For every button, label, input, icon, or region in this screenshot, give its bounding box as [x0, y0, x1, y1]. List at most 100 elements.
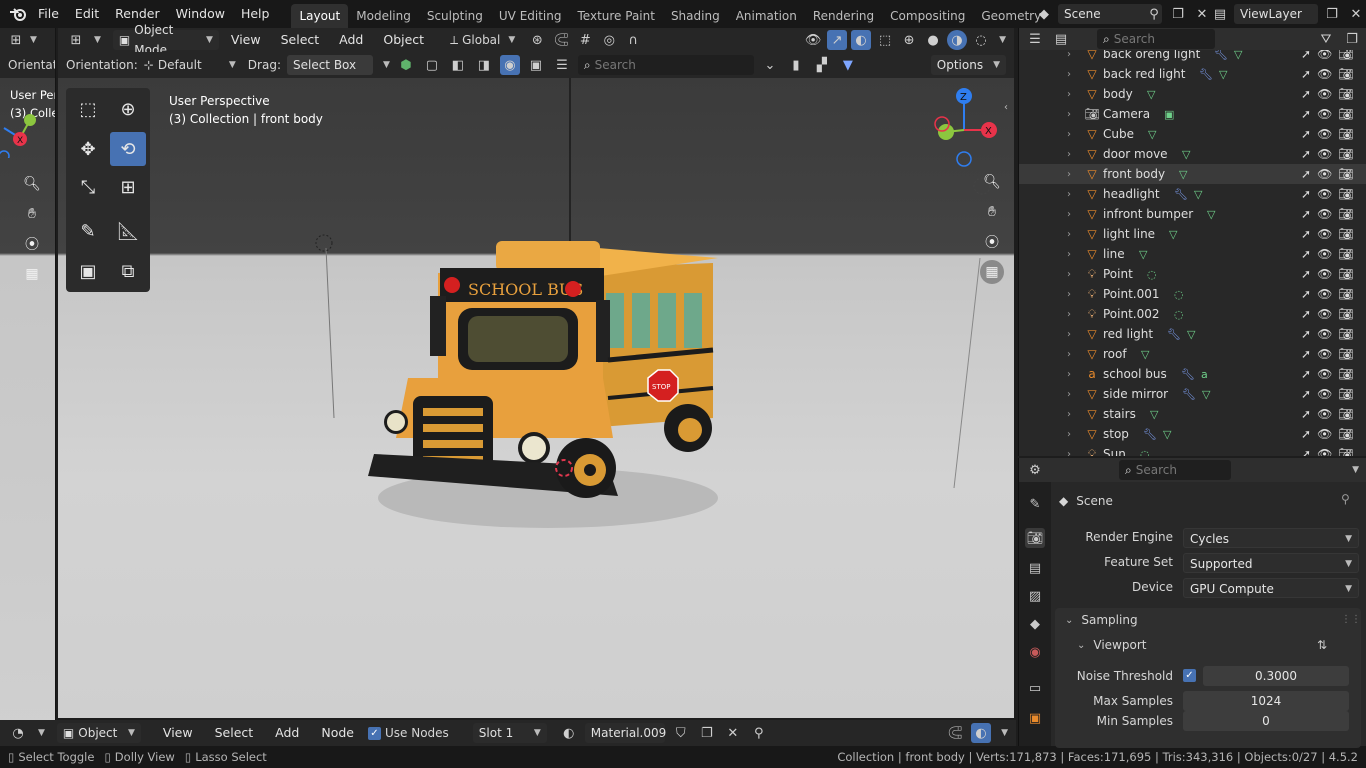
bookmark-icon[interactable]: ▮ — [786, 55, 806, 75]
tab-compositing[interactable]: Compositing — [882, 4, 973, 28]
expand-caret-icon[interactable]: › — [1067, 449, 1071, 457]
modifier-wrench-icon[interactable]: 🔧︎ — [1199, 68, 1213, 81]
tab-modeling[interactable]: Modeling — [348, 4, 419, 28]
render-engine-selector[interactable]: Cycles ▼ — [1183, 528, 1359, 548]
outliner-item[interactable]: › ▽ stairs ▽ ➚ 👁︎ 📷︎ — [1019, 404, 1366, 424]
eye-icon[interactable]: 👁︎ — [1317, 407, 1332, 421]
camera-view-icon[interactable]: ⦿ — [20, 232, 44, 256]
menu-view[interactable]: View — [155, 720, 201, 746]
camera-render-icon[interactable]: 📷︎ — [1338, 207, 1353, 221]
outliner-item[interactable]: › ▽ infront bumper ▽ ➚ 👁︎ 📷︎ — [1019, 204, 1366, 224]
material-name-field[interactable]: Material.009 — [584, 723, 666, 743]
outliner-item[interactable]: › ▽ line ▽ ➚ 👁︎ 📷︎ — [1019, 244, 1366, 264]
expand-caret-icon[interactable]: › — [1067, 89, 1071, 100]
modifier-wrench-icon[interactable]: 🔧︎ — [1214, 50, 1228, 61]
display-mode-icon[interactable]: ▤ — [1051, 29, 1071, 49]
selectable-icon[interactable]: ➚ — [1301, 187, 1311, 201]
camera-render-icon[interactable]: 📷︎ — [1338, 407, 1353, 421]
pin-icon[interactable]: ⚲ — [749, 723, 769, 743]
eye-icon[interactable]: 👁︎ — [1317, 447, 1332, 456]
outliner-item[interactable]: › ▽ headlight 🔧︎ ▽ ➚ 👁︎ 📷︎ — [1019, 184, 1366, 204]
expand-caret-icon[interactable]: › — [1067, 389, 1071, 400]
scene-tab-icon[interactable]: ◆ — [1025, 614, 1045, 634]
outliner-item-name[interactable]: Point.001 — [1103, 287, 1160, 301]
selectable-icon[interactable]: ➚ — [1301, 407, 1311, 421]
grid-icon[interactable]: ▦ — [980, 260, 1004, 284]
solid-shading-icon[interactable]: ● — [923, 30, 943, 50]
outliner-item-name[interactable]: Camera — [1103, 107, 1150, 121]
outliner-item-name[interactable]: stop — [1103, 427, 1129, 441]
outliner-item[interactable]: › ▽ back red light 🔧︎ ▽ ➚ 👁︎ 📷︎ — [1019, 64, 1366, 84]
fake-user-icon[interactable]: ⛉ — [671, 723, 691, 743]
drag-selector[interactable]: Select Box — [286, 55, 373, 75]
visibility-icon[interactable]: 👁︎ — [803, 30, 823, 50]
expand-caret-icon[interactable]: › — [1067, 69, 1071, 80]
camera-render-icon[interactable]: 📷︎ — [1338, 347, 1353, 361]
expand-caret-icon[interactable]: › — [1067, 429, 1071, 440]
selectable-icon[interactable]: ➚ — [1301, 207, 1311, 221]
tab-rendering[interactable]: Rendering — [805, 4, 882, 28]
mesh-data-icon[interactable]: ▽ — [1219, 68, 1227, 81]
camera-render-icon[interactable]: 📷︎ — [1338, 307, 1353, 321]
select-mode-subtract-icon[interactable]: ◨ — [474, 55, 494, 75]
tab-texture-paint[interactable]: Texture Paint — [570, 4, 663, 28]
eye-icon[interactable]: 👁︎ — [1317, 427, 1332, 441]
outliner-item-name[interactable]: door move — [1103, 147, 1168, 161]
transform-orientation-selector[interactable]: ⟂ Global ▼ — [450, 33, 515, 48]
eye-icon[interactable]: 👁︎ — [1317, 307, 1332, 321]
3d-viewport[interactable]: User Perspective (3) Collection | front … — [58, 78, 1014, 718]
camera-render-icon[interactable]: 📷︎ — [1338, 247, 1353, 261]
outliner-item[interactable]: › 📷︎ Camera ▣ ➚ 👁︎ 📷︎ — [1019, 104, 1366, 124]
duplicate-material-icon[interactable]: ❐ — [697, 723, 717, 743]
eye-icon[interactable]: 👁︎ — [1317, 387, 1332, 401]
outliner-item-name[interactable]: Cube — [1103, 127, 1134, 141]
expand-caret-icon[interactable]: › — [1067, 50, 1071, 60]
selectable-icon[interactable]: ➚ — [1301, 387, 1311, 401]
mode-selector[interactable]: ▣ Object Mode ▼ — [112, 23, 219, 57]
material-shading-icon[interactable]: ◑ — [947, 30, 968, 50]
viewlayer-icon[interactable]: ▤ — [1210, 4, 1230, 24]
outliner-item-name[interactable]: side mirror — [1103, 387, 1168, 401]
modifier-wrench-icon[interactable]: 🔧︎ — [1181, 368, 1195, 381]
selectable-icon[interactable]: ➚ — [1301, 327, 1311, 341]
outliner-item[interactable]: › 💡︎ Sun ◌ ➚ 👁︎ 📷︎ — [1019, 444, 1366, 457]
color-attribute-icon[interactable]: ⬢ — [396, 55, 416, 75]
modifier-wrench-icon[interactable]: 🔧︎ — [1143, 428, 1157, 441]
orientation-selector[interactable]: ⊹ Default ▼ — [144, 58, 236, 72]
eye-icon[interactable]: 👁︎ — [1317, 147, 1332, 161]
viewlayer-selector[interactable]: ViewLayer — [1234, 4, 1318, 24]
selectable-icon[interactable]: ➚ — [1301, 127, 1311, 141]
expand-caret-icon[interactable]: › — [1067, 289, 1071, 300]
outliner-item-name[interactable]: roof — [1103, 347, 1127, 361]
navigation-gizmo[interactable]: Z X — [922, 84, 1002, 168]
menu-add[interactable]: Add — [331, 28, 371, 52]
editor-type-icon[interactable]: ☰ — [1025, 29, 1045, 49]
menu-file[interactable]: File — [30, 0, 67, 28]
noise-threshold-field[interactable]: 0.3000 — [1203, 666, 1349, 686]
drag-handle-icon[interactable]: ⋮⋮ — [1341, 614, 1361, 625]
eye-icon[interactable]: 👁︎ — [1317, 347, 1332, 361]
menu-object[interactable]: Object — [375, 28, 432, 52]
selectable-icon[interactable]: ➚ — [1301, 147, 1311, 161]
delete-viewlayer-icon[interactable]: ✕ — [1346, 4, 1366, 24]
outliner-item[interactable]: › ▽ red light 🔧︎ ▽ ➚ 👁︎ 📷︎ — [1019, 324, 1366, 344]
mesh-data-icon[interactable]: ▽ — [1150, 408, 1158, 421]
modifier-wrench-icon[interactable]: 🔧︎ — [1174, 188, 1188, 201]
select-mode-invert-icon[interactable]: ◉ — [499, 55, 520, 75]
menu-node[interactable]: Node — [313, 720, 362, 746]
eye-icon[interactable]: 👁︎ — [1317, 247, 1332, 261]
select-mode-intersect-icon[interactable]: ▣ — [526, 55, 546, 75]
outliner-item[interactable]: › ▽ back oreng light 🔧︎ ▽ ➚ 👁︎ 📷︎ — [1019, 50, 1366, 64]
wireframe-shading-icon[interactable]: ⊕ — [899, 30, 919, 50]
overlay-toggle-icon[interactable]: ◐ — [851, 30, 872, 50]
outliner-item[interactable]: › ▽ light line ▽ ➚ 👁︎ 📷︎ — [1019, 224, 1366, 244]
camera-render-icon[interactable]: 📷︎ — [1338, 67, 1353, 81]
eye-icon[interactable]: 👁︎ — [1317, 267, 1332, 281]
selectable-icon[interactable]: ➚ — [1301, 107, 1311, 121]
view-layer-tab-icon[interactable]: ▨ — [1025, 586, 1045, 606]
pivot-icon[interactable]: ⊛ — [527, 30, 547, 50]
outliner-item[interactable]: › ▽ front body ▽ ➚ 👁︎ 📷︎ — [1019, 164, 1366, 184]
snap-icon[interactable]: 🧲︎ — [551, 30, 571, 50]
eye-icon[interactable]: 👁︎ — [1317, 327, 1332, 341]
selectable-icon[interactable]: ➚ — [1301, 50, 1311, 61]
